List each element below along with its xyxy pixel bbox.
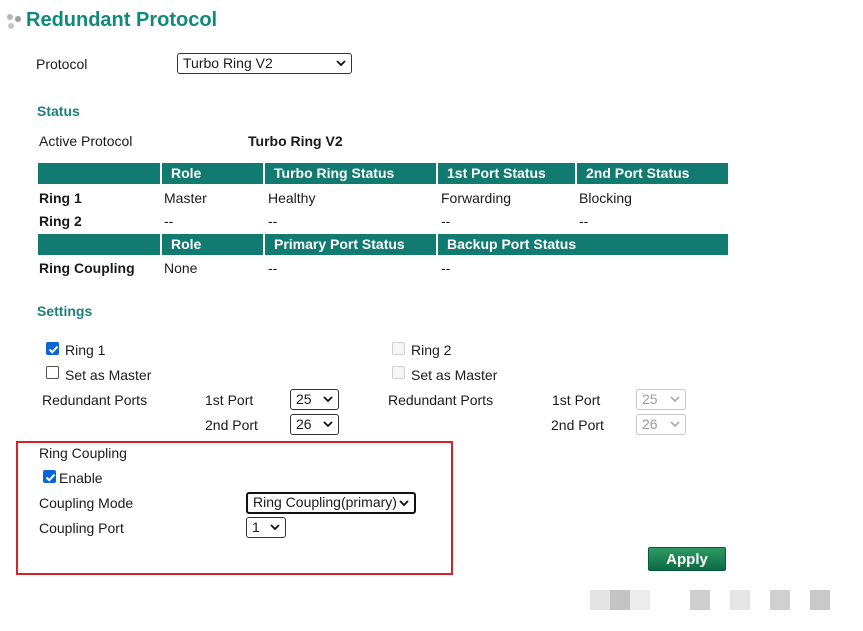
ring-2-redundant-ports-label: Redundant Ports	[388, 392, 494, 408]
ring-coupling-enable-checkbox[interactable]	[43, 470, 56, 483]
ring-2-1st-port-status: --	[441, 213, 451, 229]
protocol-select[interactable]: Turbo Ring V2	[177, 53, 352, 74]
apply-button[interactable]: Apply	[648, 547, 726, 571]
protocol-label: Protocol	[36, 56, 88, 72]
coupling-header-role: Role	[162, 234, 263, 255]
ring-2-set-as-master-label: Set as Master	[411, 367, 498, 383]
table-header-turbo-ring-status: Turbo Ring Status	[265, 163, 436, 184]
ring-1-set-as-master-label: Set as Master	[65, 367, 152, 383]
settings-heading: Settings	[37, 303, 93, 319]
ring-1-2nd-port-value: 26	[296, 416, 312, 432]
coupling-header-primary-port-status: Primary Port Status	[265, 234, 436, 255]
ring-1-1st-port-value: 25	[296, 391, 312, 407]
row-name-ring-coupling: Ring Coupling	[39, 260, 135, 276]
ring-2-1st-port-label: 1st Port	[552, 392, 601, 408]
ring-1-1st-port-select[interactable]: 25	[290, 389, 339, 410]
ring-coupling-role: None	[164, 260, 198, 276]
coupling-mode-value: Ring Coupling(primary)	[253, 494, 397, 510]
bullet-dots-icon	[7, 14, 21, 29]
table-header-2nd-port-status: 2nd Port Status	[577, 163, 728, 184]
row-name-ring-2: Ring 2	[39, 213, 82, 229]
table-header-role: Role	[162, 163, 263, 184]
ring-2-2nd-port-select[interactable]: 26	[636, 414, 686, 435]
coupling-port-value: 1	[252, 519, 260, 535]
coupling-header-backup-port-status: Backup Port Status	[438, 234, 728, 255]
ring-2-turbo-ring-status: --	[268, 213, 278, 229]
active-protocol-label: Active Protocol	[39, 133, 133, 149]
ring-1-label: Ring 1	[65, 342, 106, 358]
page-title: Redundant Protocol	[26, 9, 218, 31]
coupling-header-blank	[38, 234, 160, 255]
ring-2-set-as-master-checkbox[interactable]	[392, 366, 405, 379]
ring-1-1st-port-status: Forwarding	[441, 190, 512, 206]
coupling-port-select[interactable]: 1	[246, 517, 286, 538]
ring-1-2nd-port-status: Blocking	[579, 190, 632, 206]
chevron-down-icon	[270, 524, 280, 531]
ring-2-1st-port-value: 25	[642, 391, 658, 407]
ring-1-1st-port-label: 1st Port	[205, 392, 254, 408]
chevron-down-icon	[336, 60, 346, 67]
ring-1-set-as-master-checkbox[interactable]	[46, 366, 59, 379]
ring-coupling-label: Ring Coupling	[39, 445, 127, 461]
row-name-ring-1: Ring 1	[39, 190, 82, 206]
ring-2-checkbox[interactable]	[392, 342, 405, 355]
ring-1-role: Master	[164, 190, 207, 206]
ring-coupling-backup-port-status: --	[441, 260, 451, 276]
table-header-1st-port-status: 1st Port Status	[438, 163, 575, 184]
chevron-down-icon	[670, 421, 680, 428]
ring-1-2nd-port-select[interactable]: 26	[290, 414, 339, 435]
ring-2-1st-port-select[interactable]: 25	[636, 389, 686, 410]
checkmark-icon	[45, 473, 56, 482]
chevron-down-icon	[323, 396, 333, 403]
ring-1-redundant-ports-label: Redundant Ports	[42, 392, 148, 408]
ring-2-2nd-port-label: 2nd Port	[551, 417, 604, 433]
chevron-down-icon	[399, 500, 409, 507]
coupling-mode-select[interactable]: Ring Coupling(primary)	[246, 492, 416, 514]
ring-1-turbo-ring-status: Healthy	[268, 190, 316, 206]
ring-coupling-primary-port-status: --	[268, 260, 278, 276]
table-header-blank	[38, 163, 160, 184]
ring-2-2nd-port-value: 26	[642, 416, 658, 432]
chevron-down-icon	[670, 396, 680, 403]
ring-2-role: --	[164, 213, 174, 229]
ring-2-2nd-port-status: --	[579, 213, 589, 229]
ring-1-2nd-port-label: 2nd Port	[205, 417, 258, 433]
coupling-port-label: Coupling Port	[39, 520, 124, 536]
active-protocol-value: Turbo Ring V2	[248, 133, 343, 149]
ring-1-checkbox[interactable]	[46, 342, 59, 355]
status-heading: Status	[37, 103, 80, 119]
chevron-down-icon	[323, 421, 333, 428]
checkmark-icon	[48, 345, 59, 354]
ring-2-label: Ring 2	[411, 342, 452, 358]
coupling-mode-label: Coupling Mode	[39, 495, 134, 511]
protocol-select-value: Turbo Ring V2	[183, 55, 273, 71]
ring-coupling-enable-label: Enable	[59, 470, 103, 486]
